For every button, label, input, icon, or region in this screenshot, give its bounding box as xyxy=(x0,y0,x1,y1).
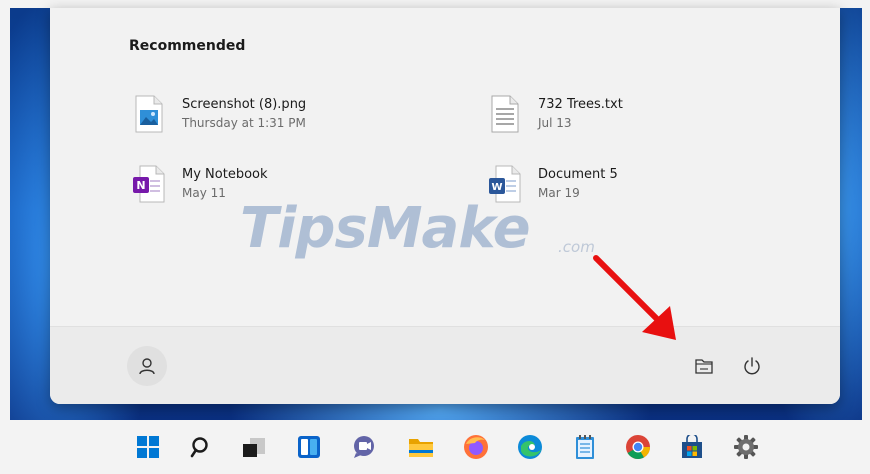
svg-text:N: N xyxy=(136,179,145,192)
widgets-icon[interactable] xyxy=(294,432,324,462)
notepad-icon[interactable] xyxy=(570,432,600,462)
watermark-suffix: .com xyxy=(558,238,595,256)
user-account-button[interactable] xyxy=(127,346,167,386)
recommended-item-date: Thursday at 1:31 PM xyxy=(182,116,306,130)
text-file-icon xyxy=(488,94,522,134)
power-button[interactable] xyxy=(736,350,768,382)
recommended-item-date: Jul 13 xyxy=(538,116,572,130)
recommended-item-screenshot[interactable]: Screenshot (8).png Thursday at 1:31 PM xyxy=(132,94,306,134)
screenshot-border-left xyxy=(0,0,10,474)
start-menu-footer xyxy=(50,327,840,404)
recommended-item-name: 732 Trees.txt xyxy=(538,97,623,112)
taskbar xyxy=(0,420,870,474)
recommended-item-trees-txt[interactable]: 732 Trees.txt Jul 13 xyxy=(488,94,623,134)
onenote-file-icon: N xyxy=(132,164,166,204)
recommended-item-date: Mar 19 xyxy=(538,186,580,200)
red-arrow-annotation xyxy=(593,255,676,340)
svg-text:W: W xyxy=(491,182,502,193)
user-icon xyxy=(139,358,155,375)
image-file-icon xyxy=(132,94,166,134)
search-icon[interactable] xyxy=(185,432,215,462)
file-explorer-icon[interactable] xyxy=(406,432,436,462)
recommended-item-name: My Notebook xyxy=(182,167,268,182)
recommended-item-name: Screenshot (8).png xyxy=(182,97,307,112)
task-view-icon[interactable] xyxy=(239,432,269,462)
screenshot-border-right xyxy=(862,0,870,474)
edge-icon[interactable] xyxy=(515,432,545,462)
windows-start-icon[interactable] xyxy=(133,432,163,462)
watermark-logo: TipsMake xyxy=(240,196,531,261)
settings-icon[interactable] xyxy=(731,432,761,462)
microsoft-store-icon[interactable] xyxy=(677,432,707,462)
recommended-heading: Recommended xyxy=(129,38,246,54)
firefox-icon[interactable] xyxy=(461,432,491,462)
teams-chat-icon[interactable] xyxy=(350,432,380,462)
file-explorer-button[interactable] xyxy=(688,350,720,382)
file-explorer-icon xyxy=(695,359,713,374)
screenshot-border-top xyxy=(0,0,870,8)
chrome-icon[interactable] xyxy=(623,432,653,462)
recommended-item-name: Document 5 xyxy=(538,167,618,182)
power-icon xyxy=(744,357,760,375)
